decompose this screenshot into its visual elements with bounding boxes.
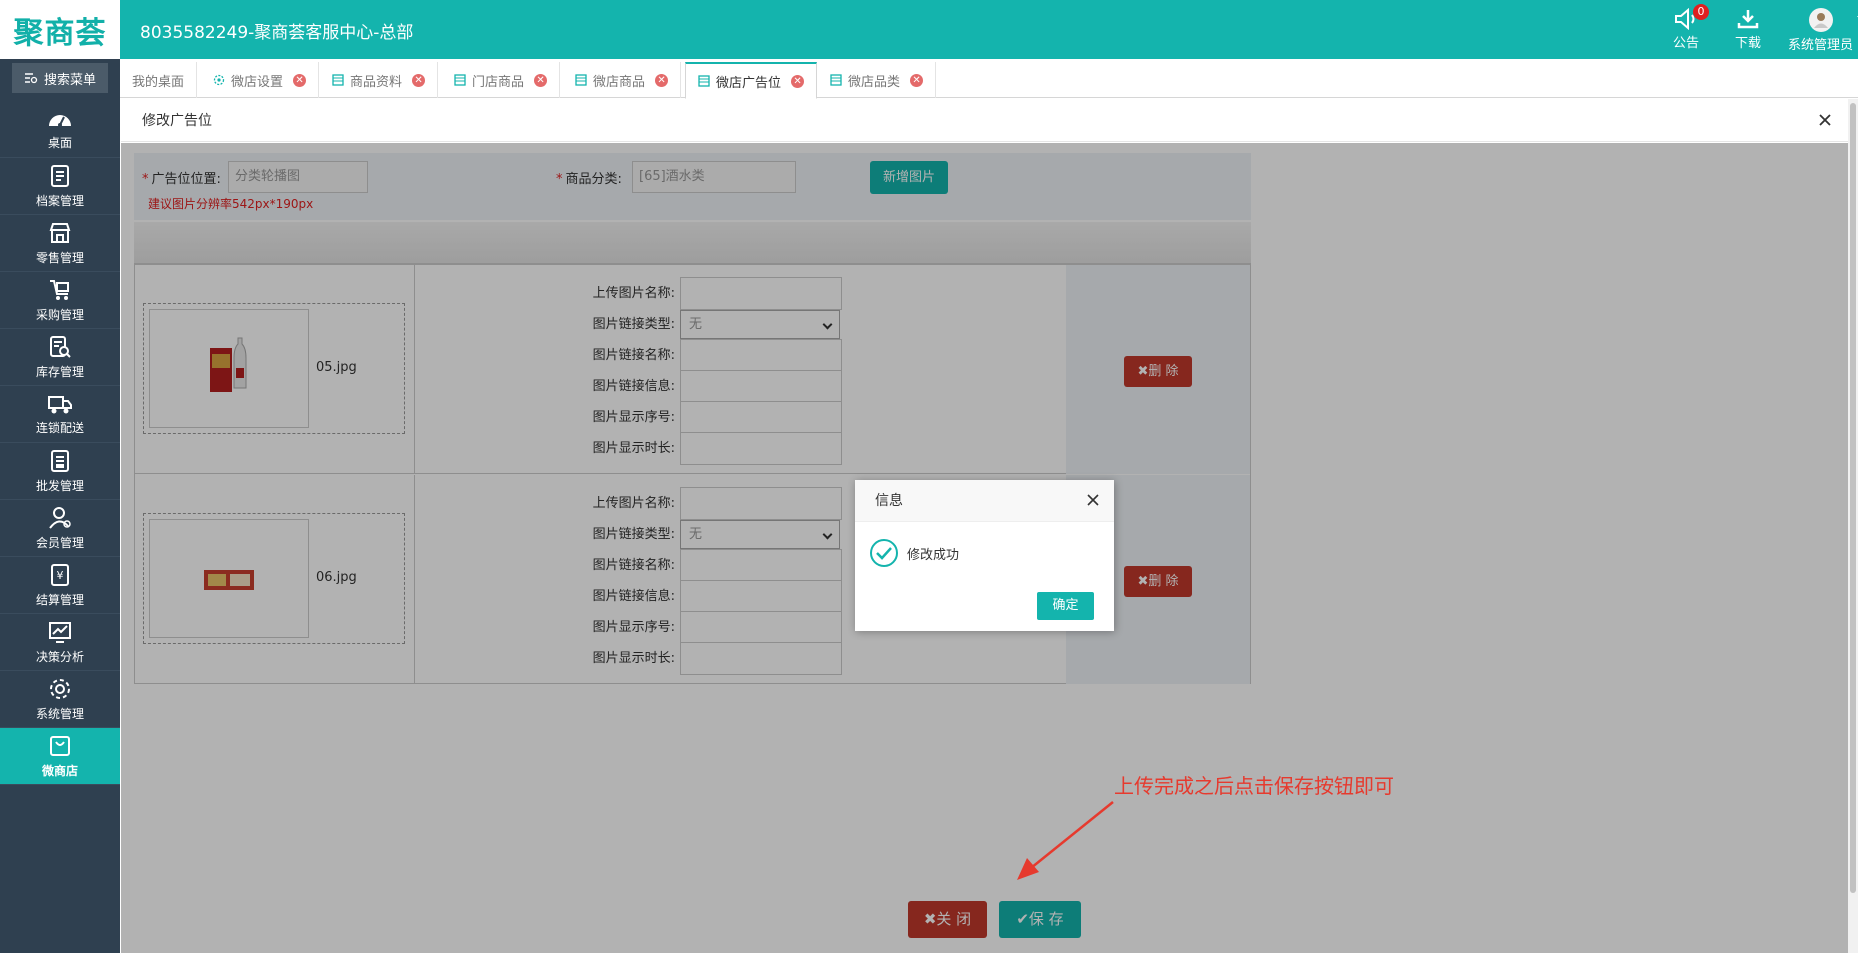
- svg-text:¥: ¥: [57, 569, 64, 582]
- close-icon[interactable]: [1086, 493, 1100, 507]
- user-menu[interactable]: 系统管理员: [1788, 8, 1858, 53]
- tab-micro-store-settings[interactable]: 微店设置 ✕: [201, 62, 320, 98]
- user-label: 系统管理员: [1788, 38, 1854, 53]
- confirm-button[interactable]: 确定: [1037, 592, 1094, 620]
- dashboard-icon: [49, 114, 71, 127]
- gear-icon: [50, 678, 70, 699]
- sidebar-item-system[interactable]: 系统管理: [0, 671, 120, 728]
- scrollbar[interactable]: [1848, 99, 1858, 953]
- notice-badge: 0: [1693, 4, 1709, 20]
- table-icon: [698, 75, 710, 87]
- notice-button[interactable]: 0 公告: [1673, 4, 1709, 51]
- table-icon: [454, 74, 466, 86]
- annotation-text: 上传完成之后点击保存按钮即可: [1114, 774, 1394, 798]
- search-menu-button[interactable]: 搜索菜单: [12, 63, 108, 93]
- sidebar-item-retail[interactable]: 零售管理: [0, 215, 120, 272]
- gear-icon: [213, 74, 225, 86]
- sidebar-item-purchase[interactable]: 采购管理: [0, 272, 120, 329]
- message-body: 修改成功: [869, 538, 959, 568]
- archive-icon: [51, 164, 69, 187]
- tab-close-icon[interactable]: ✕: [412, 73, 426, 87]
- table-icon: [332, 74, 344, 86]
- bag-icon: [50, 735, 70, 756]
- cart-icon: [50, 279, 69, 300]
- scrollbar-thumb[interactable]: [1850, 103, 1856, 893]
- annotation-arrow-icon: [1017, 801, 1114, 880]
- sidebar: 搜索菜单 桌面 档案管理 零售管理 采购管理 库存管理 连锁配送 批发管理 会员…: [0, 59, 120, 953]
- tab-close-icon[interactable]: ✕: [655, 73, 669, 87]
- message-dialog: 信息 修改成功 确定: [855, 480, 1114, 631]
- tab-store-products[interactable]: 门店商品 ✕: [442, 62, 561, 98]
- tab-close-icon[interactable]: ✕: [293, 73, 307, 87]
- download-icon: [1737, 10, 1759, 29]
- top-bar: 聚商荟 8035582249-聚商荟客服中心-总部 0 公告 下载 系统管理员: [0, 0, 1858, 59]
- sidebar-item-member[interactable]: 会员管理: [0, 500, 120, 557]
- analysis-icon: [49, 621, 71, 643]
- tab-product-info[interactable]: 商品资料 ✕: [320, 62, 439, 98]
- sidebar-item-analysis[interactable]: 决策分析: [0, 614, 120, 671]
- tab-micro-store-categories[interactable]: 微店品类 ✕: [818, 62, 937, 98]
- sidebar-item-micro-store[interactable]: 微商店: [0, 728, 120, 785]
- message-text: 修改成功: [907, 547, 960, 563]
- menu-search-icon: [24, 73, 38, 84]
- message-dialog-header: 信息: [855, 480, 1114, 522]
- system-title: 8035582249-聚商荟客服中心-总部: [140, 23, 414, 43]
- avatar: [1808, 8, 1833, 32]
- logo: 聚商荟: [0, 0, 120, 59]
- sidebar-item-delivery[interactable]: 连锁配送: [0, 386, 120, 443]
- download-button[interactable]: 下载: [1735, 8, 1761, 51]
- member-icon: [49, 506, 71, 529]
- sidebar-item-desktop[interactable]: 桌面: [0, 101, 120, 158]
- sidebar-item-archive[interactable]: 档案管理: [0, 158, 120, 215]
- panel-title: 修改广告位: [142, 113, 212, 129]
- tab-micro-store-ad-slot[interactable]: 微店广告位 ✕: [685, 62, 818, 99]
- truck-icon: [48, 395, 72, 413]
- success-check-icon: [870, 539, 898, 567]
- inventory-icon: [50, 335, 71, 358]
- table-icon: [575, 74, 587, 86]
- tab-micro-store-products[interactable]: 微店商品 ✕: [563, 62, 682, 98]
- panel-header: 修改广告位: [121, 99, 1850, 142]
- store-icon: [49, 222, 71, 243]
- wholesale-icon: [51, 449, 69, 472]
- edit-ad-slot-panel: 修改广告位 * 广告位位置: 分类轮播图 * 商品分类: [65]酒水类 新增图片 …: [121, 99, 1850, 953]
- sidebar-item-wholesale[interactable]: 批发管理: [0, 443, 120, 500]
- settlement-icon: ¥: [51, 563, 69, 586]
- panel-body: * 广告位位置: 分类轮播图 * 商品分类: [65]酒水类 新增图片 建议图片分辨…: [121, 143, 1850, 953]
- tab-bar: 我的桌面 微店设置 ✕ 商品资料 ✕ 门店商品 ✕ 微店商品 ✕ 微店广告位 ✕…: [120, 59, 1858, 99]
- close-icon[interactable]: [1816, 111, 1834, 129]
- message-title: 信息: [875, 493, 903, 509]
- tab-close-icon[interactable]: ✕: [791, 74, 805, 88]
- sidebar-item-inventory[interactable]: 库存管理: [0, 329, 120, 386]
- tab-close-icon[interactable]: ✕: [910, 73, 924, 87]
- sidebar-item-settlement[interactable]: ¥ 结算管理: [0, 557, 120, 614]
- download-label: 下载: [1735, 36, 1762, 51]
- tab-close-icon[interactable]: ✕: [534, 73, 548, 87]
- table-icon: [830, 74, 842, 86]
- tab-my-desktop[interactable]: 我的桌面: [120, 62, 198, 98]
- notice-label: 公告: [1673, 36, 1700, 51]
